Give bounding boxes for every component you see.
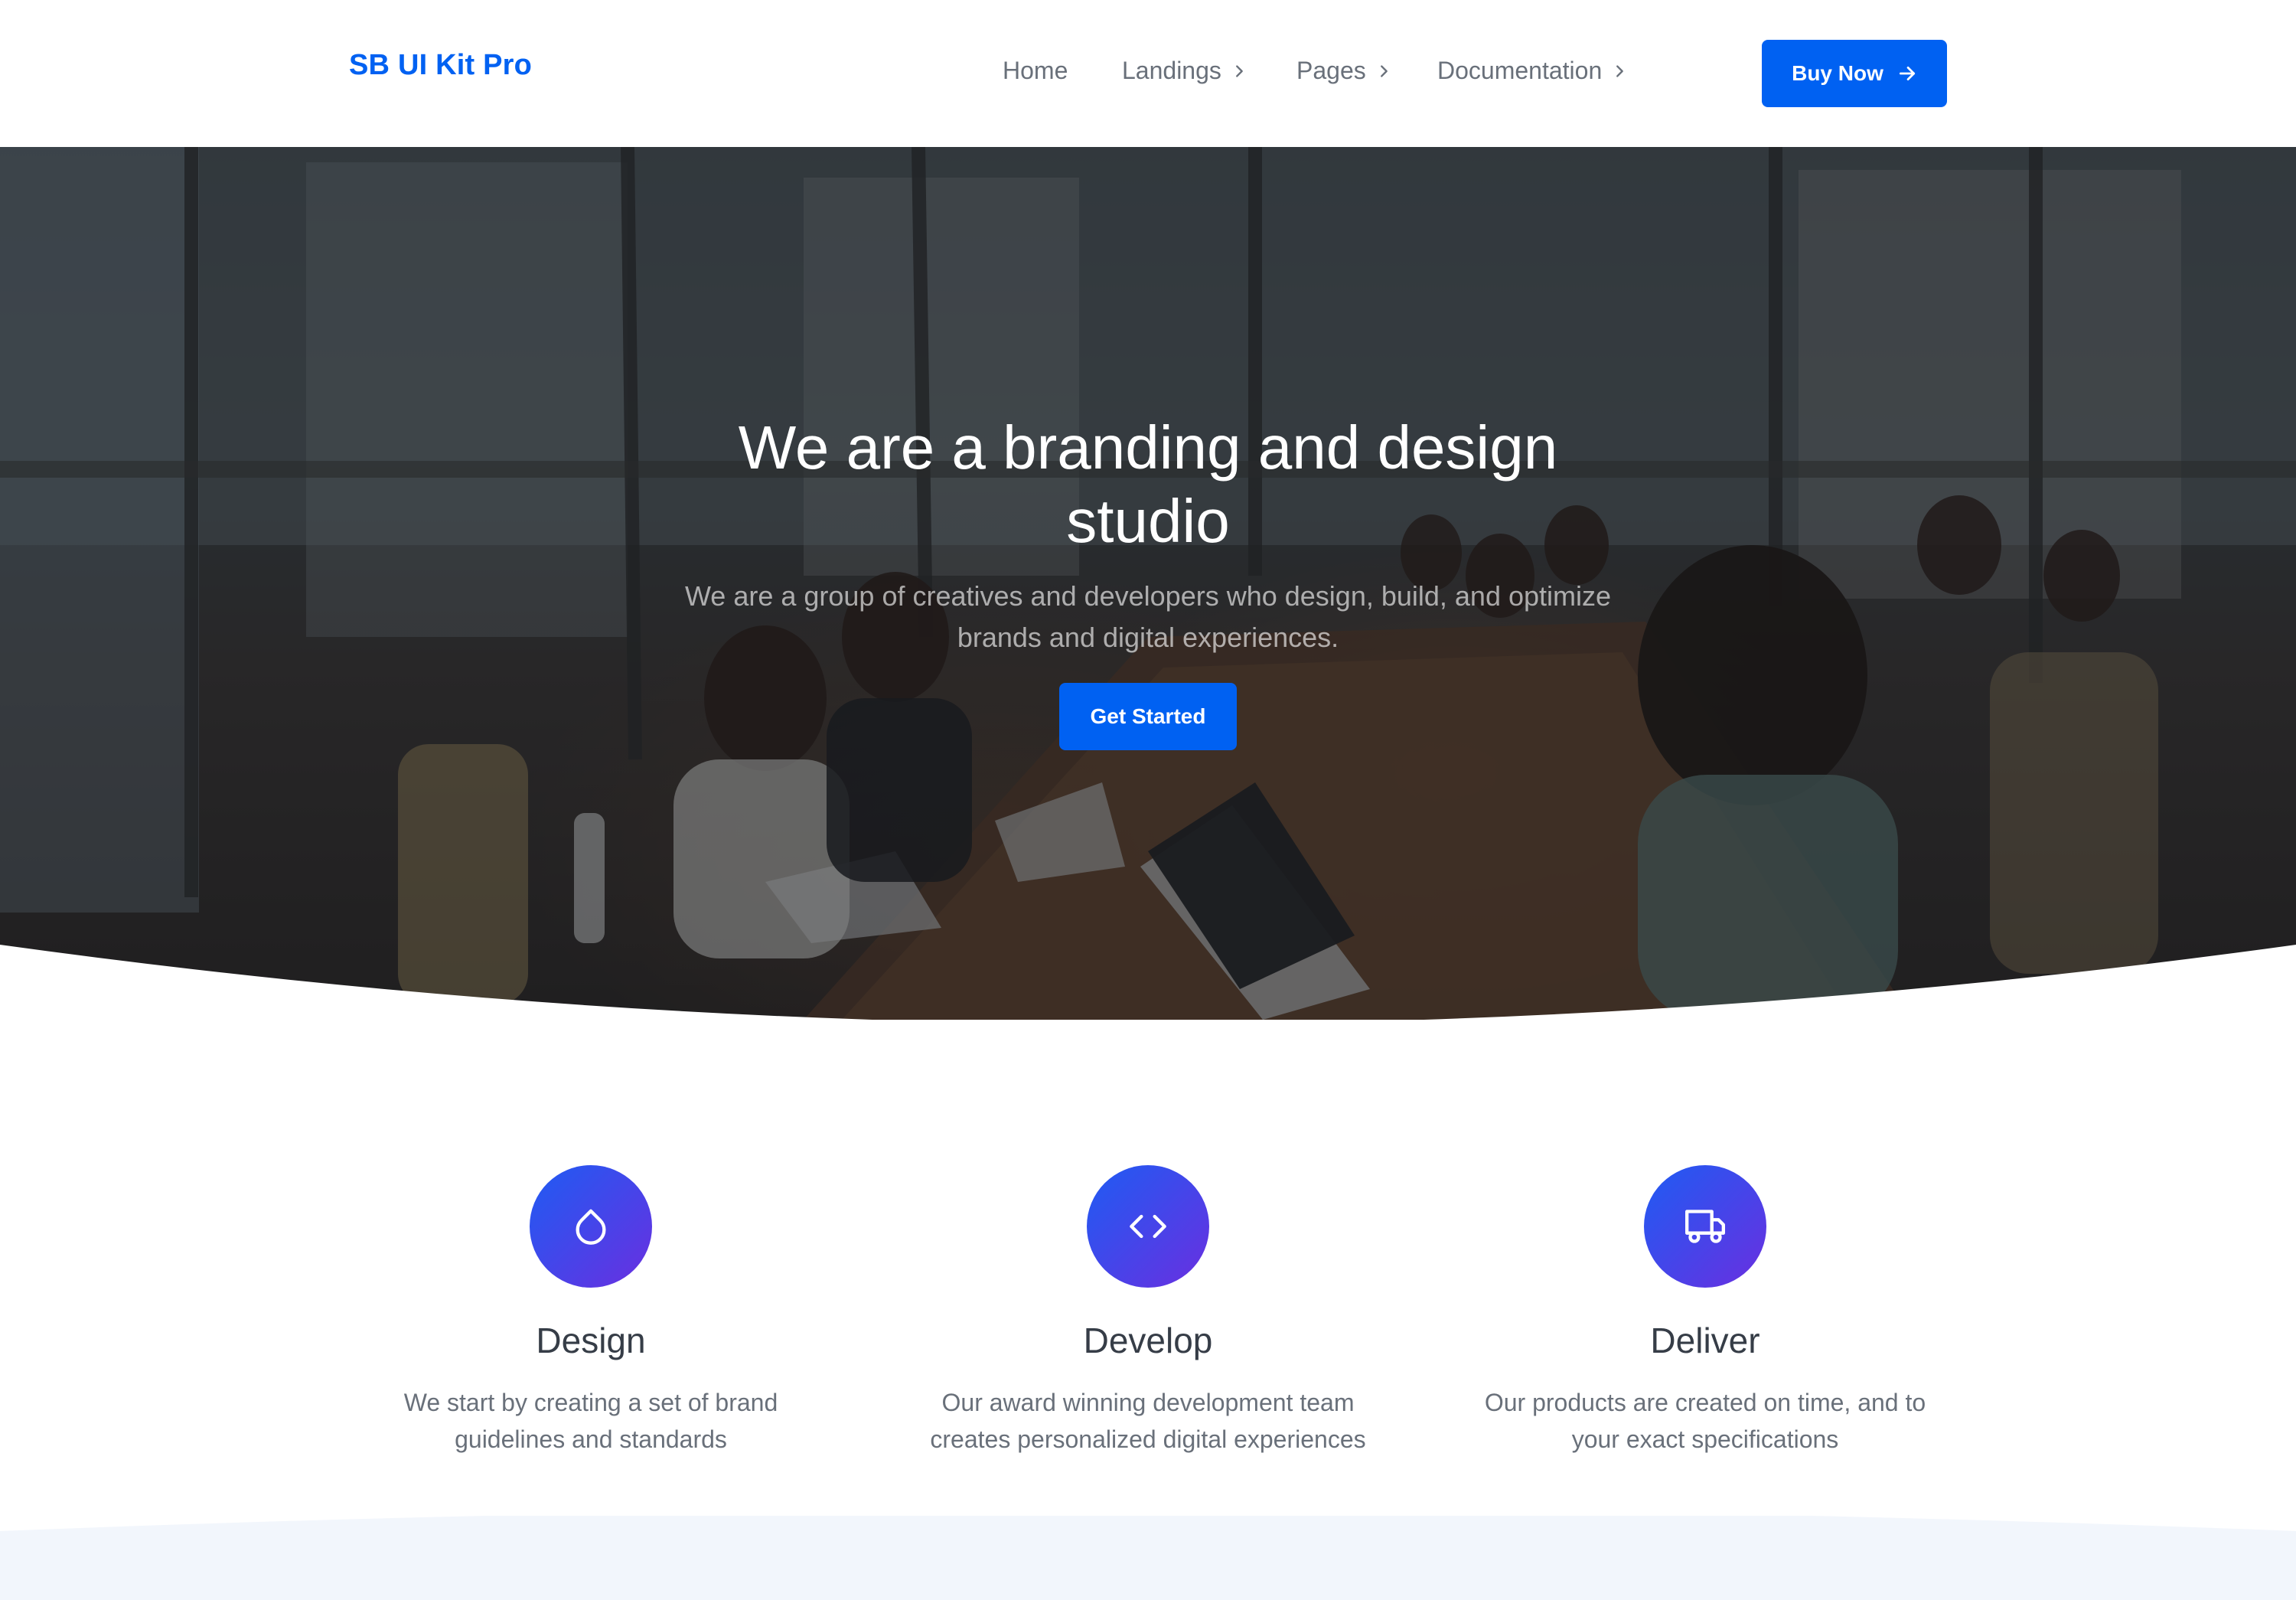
truck-icon bbox=[1685, 1210, 1725, 1243]
feature-title: Design bbox=[536, 1321, 646, 1360]
feature-icon-circle bbox=[1087, 1165, 1209, 1288]
nav-item-label: Home bbox=[1003, 57, 1068, 84]
feature-text-line: guidelines and standards bbox=[455, 1425, 727, 1453]
buy-now-label: Buy Now bbox=[1792, 61, 1883, 85]
hero-subtitle: We are a group of creatives and develope… bbox=[612, 576, 1684, 658]
feature-icon-circle bbox=[1644, 1165, 1766, 1288]
nav-item-pages[interactable]: Pages bbox=[1296, 57, 1392, 85]
hero-subtitle-line: We are a group of creatives and develope… bbox=[684, 580, 1612, 612]
feature-title: Develop bbox=[1083, 1321, 1213, 1360]
feature-text-line: We start by creating a set of brand bbox=[403, 1389, 778, 1416]
nav-item-documentation[interactable]: Documentation bbox=[1437, 57, 1628, 85]
hero-subtitle-line: brands and digital experiences. bbox=[957, 622, 1339, 653]
navbar: SB UI Kit Pro Home Landings Pages Docume… bbox=[0, 0, 2296, 147]
feature-text: Our award winning development team creat… bbox=[903, 1384, 1393, 1458]
feature-design: Design We start by creating a set of bra… bbox=[338, 1165, 843, 1458]
droplet-icon bbox=[576, 1209, 606, 1245]
nav-links: Home Landings Pages Documentation bbox=[0, 57, 2296, 90]
feature-title: Deliver bbox=[1650, 1321, 1760, 1360]
chevron-right-icon bbox=[1380, 64, 1388, 77]
feature-text-line: Our award winning development team bbox=[941, 1389, 1355, 1416]
get-started-button[interactable]: Get Started bbox=[1059, 683, 1237, 750]
chevron-right-icon bbox=[1235, 64, 1243, 77]
feature-text: We start by creating a set of brand guid… bbox=[346, 1384, 836, 1458]
nav-item-landings[interactable]: Landings bbox=[1122, 57, 1247, 85]
arrow-right-icon bbox=[1899, 67, 1915, 80]
feature-text: Our products are created on time, and to… bbox=[1460, 1384, 1950, 1458]
hero-title-line: We are a branding and design bbox=[738, 413, 1558, 482]
get-started-label: Get Started bbox=[1090, 704, 1206, 728]
next-section-curve bbox=[0, 1516, 2296, 1600]
hero-title-line: studio bbox=[1066, 487, 1230, 555]
code-icon bbox=[1130, 1214, 1166, 1239]
feature-text-line: Our products are created on time, and to bbox=[1484, 1389, 1926, 1416]
feature-text-line: your exact specifications bbox=[1571, 1425, 1839, 1453]
feature-develop: Develop Our award winning development te… bbox=[895, 1165, 1401, 1458]
nav-item-label: Landings bbox=[1122, 57, 1221, 84]
feature-text-line: creates personalized digital experiences bbox=[930, 1425, 1366, 1453]
feature-icon-circle bbox=[530, 1165, 652, 1288]
nav-item-label: Pages bbox=[1296, 57, 1366, 84]
chevron-right-icon bbox=[1616, 64, 1624, 77]
hero-title: We are a branding and design studio bbox=[612, 411, 1684, 558]
nav-item-label: Documentation bbox=[1437, 57, 1603, 84]
nav-item-home[interactable]: Home bbox=[1003, 57, 1068, 85]
hero-section: We are a branding and design studio We a… bbox=[0, 147, 2296, 1020]
buy-now-button[interactable]: Buy Now bbox=[1762, 40, 1947, 107]
feature-deliver: Deliver Our products are created on time… bbox=[1453, 1165, 1958, 1458]
